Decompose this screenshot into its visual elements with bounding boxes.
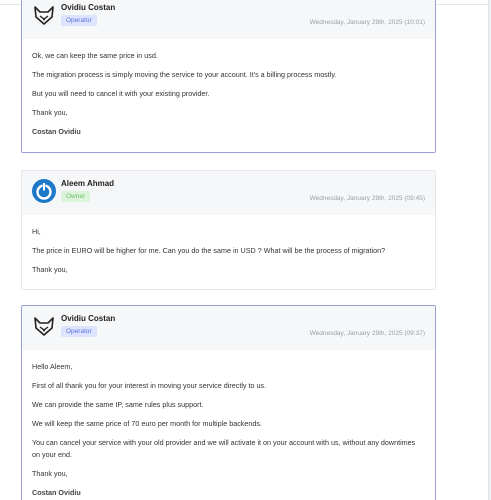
message-line: Hi, (32, 227, 41, 236)
fox-icon (34, 6, 54, 25)
message-body: Hi, The price in EURO will be higher for… (22, 215, 435, 289)
message-card: Ovidiu Costan Operator Wednesday, Januar… (21, 0, 436, 153)
message-header: Aleem Ahmad Owner Wednesday, January 29t… (22, 171, 435, 215)
role-badge: Owner (61, 191, 91, 202)
message-card: Aleem Ahmad Owner Wednesday, January 29t… (21, 170, 436, 290)
fox-icon (34, 317, 54, 336)
message-line: The price in EURO will be higher for me.… (32, 246, 386, 255)
ticket-thread: Ovidiu Costan Operator Wednesday, Januar… (0, 0, 491, 500)
message-line: Hello Aleem, (32, 362, 73, 371)
author-name: Aleem Ahmad (61, 179, 115, 188)
message-body: Ok, we can keep the same price in usd. T… (22, 39, 435, 148)
message-line: We will keep the same price of 70 euro p… (32, 419, 262, 428)
message-line: Thank you, (32, 265, 68, 274)
message-line: We can provide the same IP, same rules p… (32, 400, 204, 409)
message-line: But you will need to cancel it with your… (32, 89, 210, 98)
message-line: Ok, we can keep the same price in usd. (32, 51, 158, 60)
message-line: First of all thank you for your interest… (32, 381, 267, 390)
author-name: Ovidiu Costan (61, 314, 116, 323)
signature: Costan Ovidiu (32, 127, 81, 136)
role-badge: Operator (61, 326, 97, 337)
message-date: Wednesday, January 29th, 2025 (09:45) (309, 195, 425, 202)
message-line: Thank you, (32, 469, 68, 478)
author-name: Ovidiu Costan (61, 3, 116, 12)
message-body: Hello Aleem, First of all thank you for … (22, 350, 435, 500)
message-line: The migration process is simply moving t… (32, 70, 337, 79)
role-badge: Operator (61, 15, 97, 26)
message-date: Wednesday, January 29th, 2025 (10:01) (309, 19, 425, 26)
message-date: Wednesday, January 29th, 2025 (09:37) (309, 330, 425, 337)
message-header: Ovidiu Costan Operator Wednesday, Januar… (22, 0, 435, 39)
signature: Costan Ovidiu (32, 488, 81, 497)
message-header: Ovidiu Costan Operator Wednesday, Januar… (22, 306, 435, 350)
message-line: Thank you, (32, 108, 68, 117)
message-card: Ovidiu Costan Operator Wednesday, Januar… (21, 305, 436, 500)
message-line: You can cancel your service with your ol… (32, 438, 416, 459)
power-icon (32, 179, 56, 203)
